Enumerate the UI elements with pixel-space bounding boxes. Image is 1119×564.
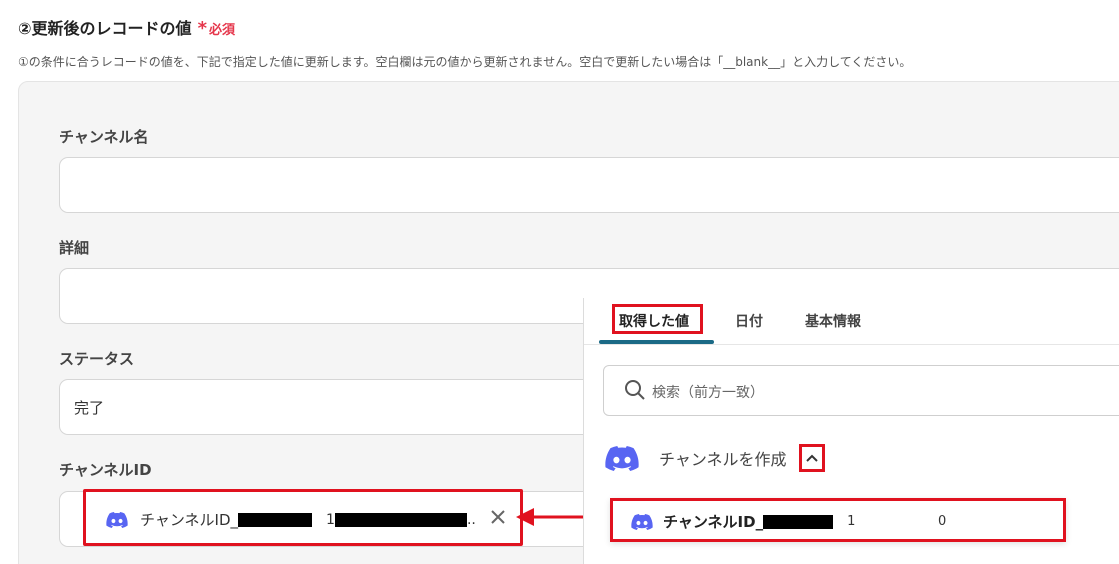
required-star: * [197, 18, 207, 39]
section-description: ①の条件に合うレコードの値を、下記で指定した値に更新します。空白欄は元の値から更… [18, 55, 912, 69]
discord-icon [106, 511, 128, 528]
value-picker-dropdown: 取得した値 日付 基本情報 検索（前方一致） チャンネルを作成 チャンネルID_ [583, 298, 1119, 564]
search-placeholder: 検索（前方一致） [652, 385, 764, 401]
redaction-bar [763, 514, 834, 529]
group-label: チャンネルを作成 [659, 450, 787, 469]
tab-acquired-values[interactable]: 取得した値 [619, 311, 689, 331]
detail-label: 詳細 [59, 239, 90, 257]
option-id-value: 1 0 [847, 514, 947, 529]
search-input[interactable]: 検索（前方一致） [603, 365, 1119, 416]
channel-name-field[interactable] [59, 157, 1119, 213]
search-icon [625, 380, 645, 400]
redaction-bar [238, 512, 313, 527]
tab-date[interactable]: 日付 [735, 311, 763, 331]
group-create-channel[interactable]: チャンネルを作成 [605, 444, 825, 472]
channel-name-label: チャンネル名 [59, 128, 149, 146]
section-title-text: ②更新後のレコードの値 [18, 19, 192, 38]
channel-id-chip[interactable]: チャンネルID_ 1.. [83, 489, 523, 546]
close-icon[interactable] [488, 507, 508, 527]
collapse-toggle[interactable] [798, 444, 825, 472]
required-label: 必須 [208, 23, 235, 38]
chip-id-value: 1.. [326, 512, 476, 528]
discord-icon [605, 445, 639, 471]
channel-id-label: チャンネルID [59, 461, 152, 479]
redaction-bar [334, 512, 467, 527]
discord-icon [631, 513, 653, 530]
section-title: ②更新後のレコードの値 * 必須 [18, 15, 235, 39]
option-label: チャンネルID_ [663, 513, 764, 531]
tab-divider [584, 344, 1119, 345]
chevron-up-icon [805, 454, 818, 462]
chip-label: チャンネルID_ [140, 511, 239, 529]
chip-ellipsis: .. [466, 511, 476, 528]
channel-id-option[interactable]: チャンネルID_ 1 0 [610, 498, 1066, 542]
tab-basic-info[interactable]: 基本情報 [805, 311, 861, 331]
status-label: ステータス [59, 350, 135, 368]
chip-id-prefix: 1 [326, 511, 335, 528]
status-value: 完了 [74, 399, 105, 417]
